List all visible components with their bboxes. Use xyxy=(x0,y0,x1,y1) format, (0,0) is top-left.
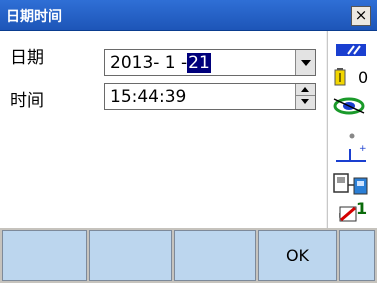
battery-count: 0 xyxy=(358,68,369,87)
time-label: 时间 xyxy=(10,91,44,111)
edit-icon[interactable] xyxy=(338,205,360,223)
level-icon[interactable]: + xyxy=(328,141,377,165)
status-bar: 0 + 1 xyxy=(327,31,377,228)
target-icon[interactable] xyxy=(328,95,377,117)
signal-icon[interactable] xyxy=(328,41,377,57)
softkey-2[interactable] xyxy=(89,230,172,281)
form-area: 日期 2013- 1 -21 时间 15:44:39 xyxy=(0,31,326,228)
time-field[interactable]: 15:44:39 xyxy=(104,83,316,110)
spin-down-button[interactable] xyxy=(296,96,315,108)
softkey-5[interactable] xyxy=(339,230,375,281)
time-value: 15:44:39 xyxy=(110,87,187,107)
communication-icon[interactable] xyxy=(328,171,377,197)
date-field[interactable]: 2013- 1 -21 xyxy=(104,49,316,76)
title-bar: 日期时间 × xyxy=(0,0,377,31)
date-selected-part: 21 xyxy=(187,53,211,73)
softkey-bar: OK xyxy=(0,228,377,283)
softkey-1[interactable] xyxy=(2,230,87,281)
spin-up-button[interactable] xyxy=(296,84,315,96)
svg-text:+: + xyxy=(359,144,367,154)
date-time-dialog: 日期时间 × 日期 2013- 1 -21 时间 15:44:39 0 + 1 … xyxy=(0,0,377,283)
time-spinner[interactable] xyxy=(295,84,315,109)
date-value: 2013- 1 -21 xyxy=(110,53,211,73)
date-dropdown-button[interactable] xyxy=(295,50,315,75)
battery-icon xyxy=(334,68,346,86)
battery-status[interactable]: 0 xyxy=(328,67,377,87)
ok-button[interactable]: OK xyxy=(258,230,337,281)
close-button[interactable]: × xyxy=(351,6,371,26)
date-label: 日期 xyxy=(10,48,44,68)
window-title: 日期时间 xyxy=(6,9,62,25)
softkey-3[interactable] xyxy=(174,230,256,281)
dot-indicator-icon xyxy=(328,125,377,139)
